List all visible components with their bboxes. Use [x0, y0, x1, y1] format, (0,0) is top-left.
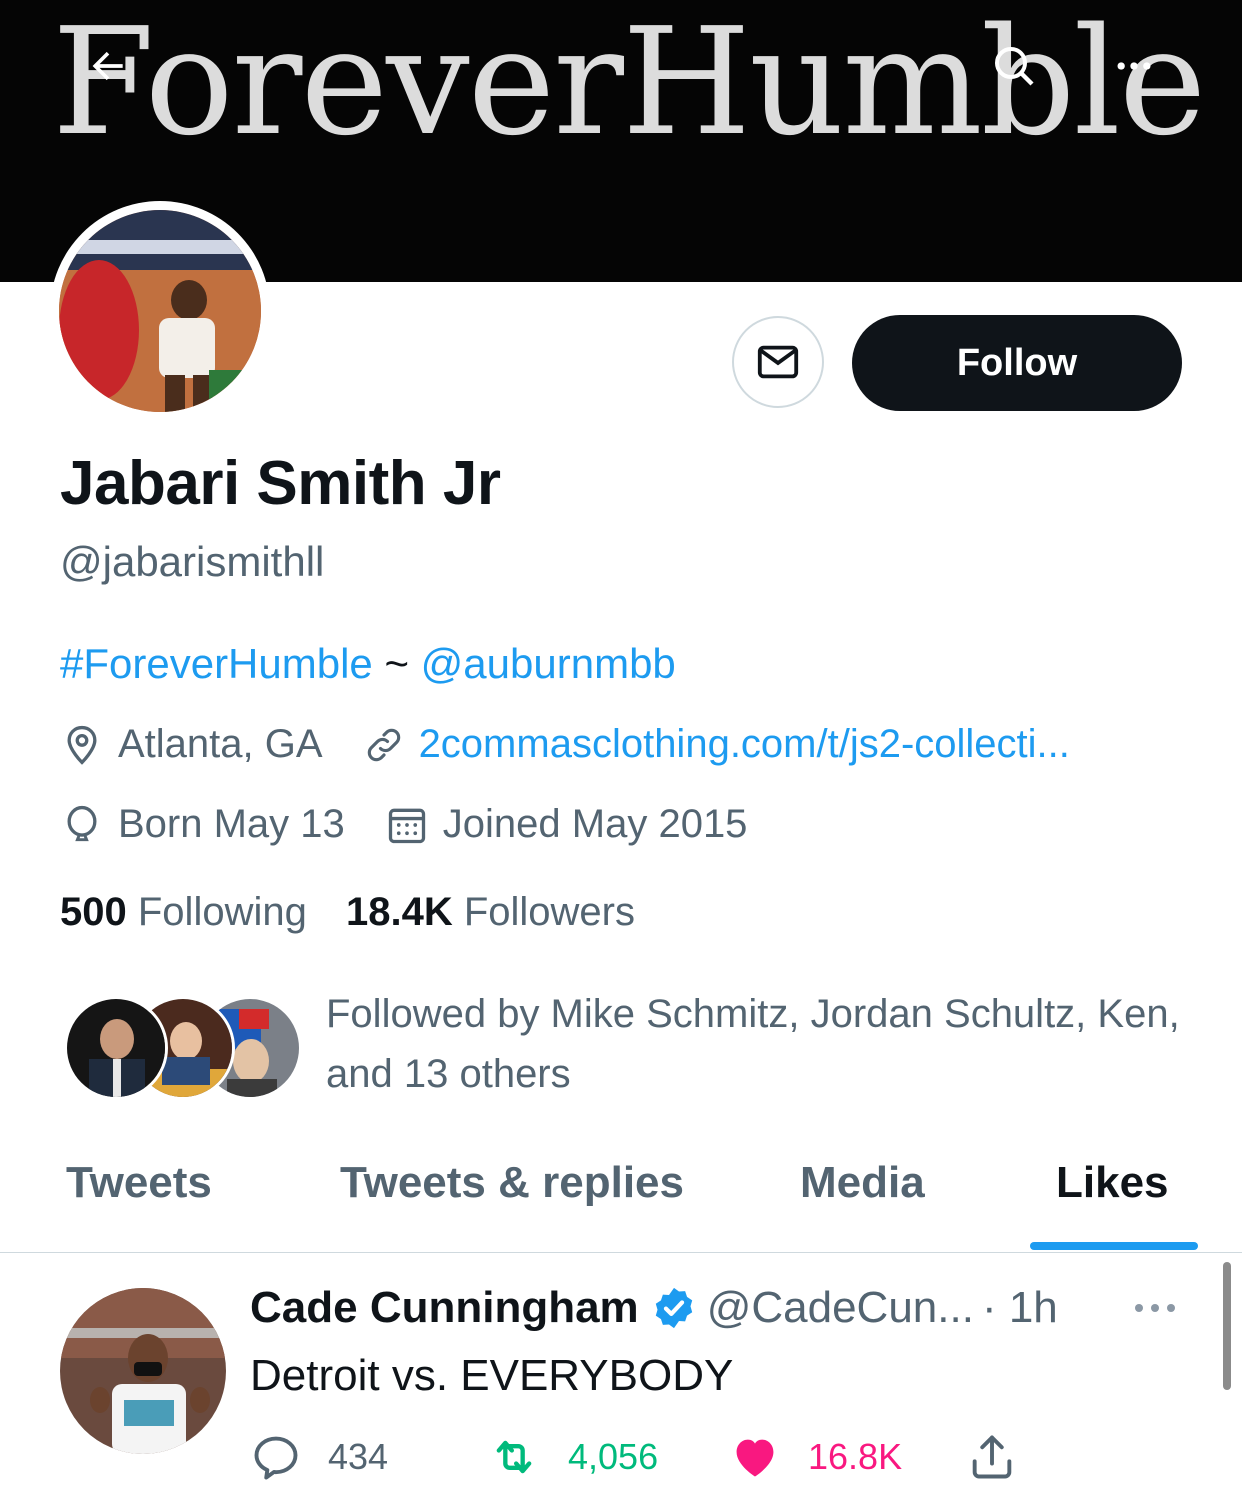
tweet-author-name[interactable]: Cade Cunningham [250, 1283, 639, 1333]
following-count: 500 [60, 890, 127, 934]
share-button[interactable] [966, 1431, 1044, 1483]
website-link[interactable]: 2commasclothing.com/t/js2-collecti... [419, 722, 1070, 767]
profile-meta-row-2: Born May 13 Joined May 2015 [60, 802, 747, 847]
profile-meta-row-1: Atlanta, GA 2commasclothing.com/t/js2-co… [60, 722, 1070, 767]
following-stat[interactable]: 500 Following [60, 890, 307, 934]
message-button[interactable] [732, 316, 824, 408]
tweet-text: Detroit vs. EVERYBODY [250, 1351, 734, 1400]
tweet-header: Cade Cunningham @CadeCun... · 1h [250, 1283, 1058, 1333]
tab-media[interactable]: Media [800, 1158, 925, 1208]
avatar [64, 996, 168, 1100]
tab-likes[interactable]: Likes [1056, 1158, 1169, 1208]
retweet-count: 4,056 [568, 1436, 659, 1477]
tweet-author-handle[interactable]: @CadeCun... [707, 1283, 974, 1333]
followed-by-text[interactable]: Followed by Mike Schmitz, Jordan Schultz… [326, 984, 1206, 1104]
tweet-actions: 434 4,056 16.8K [250, 1431, 1050, 1491]
followers-count: 18.4K [345, 890, 453, 934]
profile-handle: @jabarismithll [60, 538, 325, 585]
calendar-icon [388, 808, 425, 843]
verified-icon [655, 1287, 692, 1329]
like-button[interactable]: 16.8K [728, 1431, 902, 1483]
more-icon [1117, 62, 1151, 70]
tweet-item[interactable]: Cade Cunningham @CadeCun... · 1h Detroit… [0, 1253, 1242, 1512]
tweet-time: · 1h [981, 1283, 1058, 1332]
share-icon [972, 1435, 1012, 1479]
more-icon [1135, 1304, 1175, 1312]
retweet-button[interactable]: 4,056 [486, 1431, 658, 1483]
tab-tweets[interactable]: Tweets [66, 1158, 212, 1208]
tweet-more-button[interactable] [1132, 1298, 1178, 1323]
location-item: Atlanta, GA [60, 722, 323, 767]
profile-name: Jabari Smith Jr [60, 449, 501, 518]
birthday-item: Born May 13 [60, 802, 345, 847]
balloon-icon [67, 805, 97, 841]
following-label: Following [137, 890, 307, 934]
active-tab-indicator [1030, 1242, 1198, 1250]
profile-tabs: Tweets Tweets & replies Media Likes [0, 1150, 1242, 1253]
reply-count: 434 [328, 1436, 389, 1477]
reply-button[interactable]: 434 [250, 1431, 388, 1483]
followers-label: Followers [463, 890, 635, 934]
more-button[interactable] [1098, 30, 1170, 102]
reply-icon [254, 1436, 298, 1480]
heart-icon [736, 1439, 774, 1477]
back-button[interactable] [72, 30, 144, 102]
follow-button[interactable]: Follow [852, 315, 1182, 411]
search-button[interactable] [978, 30, 1050, 102]
website-item[interactable]: 2commasclothing.com/t/js2-collecti... [363, 722, 1070, 767]
bio-hashtag-link[interactable]: #ForeverHumble [60, 640, 373, 687]
location-text: Atlanta, GA [118, 722, 323, 766]
search-icon [995, 47, 1034, 86]
profile-avatar[interactable] [50, 201, 270, 421]
bio-mention-link[interactable]: @auburnmbb [421, 640, 676, 687]
back-arrow-icon [92, 51, 123, 81]
followed-by-avatars[interactable] [64, 996, 302, 1100]
tweet-author-avatar[interactable] [60, 1288, 226, 1454]
followers-stat[interactable]: 18.4K Followers [346, 890, 635, 934]
like-count: 16.8K [808, 1436, 903, 1477]
birthday-text: Born May 13 [118, 802, 345, 846]
joined-text: Joined May 2015 [442, 802, 748, 846]
retweet-icon [496, 1440, 532, 1474]
tab-tweets-replies[interactable]: Tweets & replies [340, 1158, 684, 1208]
profile-bio: #ForeverHumble ~ @auburnmbb [60, 640, 676, 688]
follow-stats: 500 Following 18.4K Followers [60, 890, 635, 935]
scrollbar[interactable] [1223, 1262, 1231, 1390]
bio-separator: ~ [372, 640, 421, 687]
joined-item: Joined May 2015 [385, 802, 748, 847]
mail-icon [757, 345, 799, 379]
link-icon [367, 728, 400, 761]
location-icon [67, 725, 97, 765]
